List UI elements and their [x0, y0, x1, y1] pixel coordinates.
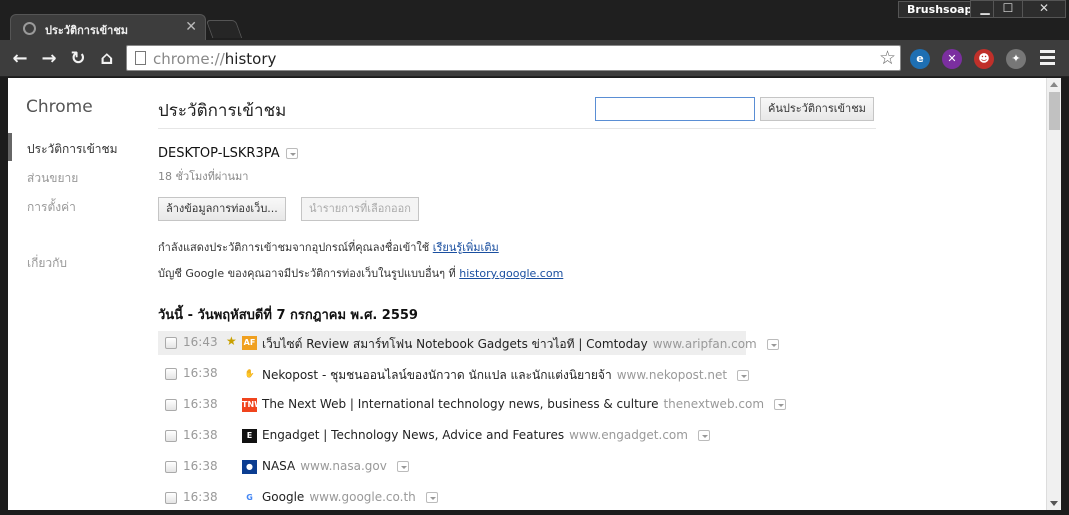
entry-checkbox[interactable]: [165, 337, 177, 349]
device-header: DESKTOP-LSKR3PA: [158, 146, 298, 161]
active-indicator: [8, 133, 12, 161]
chevron-down-icon[interactable]: [425, 492, 438, 503]
entry-domain: www.aripfan.com: [652, 337, 757, 351]
tab-history[interactable]: ประวัติการเข้าชม ✕: [10, 14, 206, 42]
chevron-down-icon[interactable]: [697, 430, 710, 441]
divider: [158, 128, 876, 129]
entry-link[interactable]: Engadget | Technology News, Advice and F…: [262, 428, 710, 442]
entry-title[interactable]: NASA: [262, 459, 295, 473]
profile-button[interactable]: Brushsoap: [898, 1, 982, 18]
browser-toolbar: ← → ↻ ⌂ chrome://history ☆ e ✕ ☻ ✦: [0, 40, 1069, 77]
back-arrow-icon[interactable]: ←: [9, 48, 31, 70]
entry-checkbox[interactable]: [165, 399, 177, 411]
info-line-google: บัญชี Google ของคุณอาจมีประวัติการท่องเว…: [158, 267, 564, 280]
history-page: Chrome ประวัติการเข้าชม ส่วนขยาย การตั้ง…: [8, 78, 1061, 510]
site-favicon-icon: ●: [242, 460, 257, 474]
info-line-devices: กำลังแสดงประวัติการเข้าชมจากอุปกรณ์ที่คุ…: [158, 241, 499, 254]
sidebar-item-about[interactable]: เกี่ยวกับ: [27, 254, 67, 273]
entry-domain: www.google.co.th: [309, 490, 416, 504]
search-history-button[interactable]: ค้นประวัติการเข้าชม: [760, 97, 874, 121]
sidebar-item-settings[interactable]: การตั้งค่า: [27, 198, 76, 217]
entry-time: 16:38: [183, 397, 218, 411]
entry-domain: www.engadget.com: [569, 428, 688, 442]
puzzle-extension-icon[interactable]: ✦: [1006, 49, 1026, 69]
entry-link[interactable]: The Next Web | International technology …: [262, 397, 787, 411]
entry-title[interactable]: The Next Web | International technology …: [262, 397, 658, 411]
page-icon: [135, 51, 146, 65]
search-input[interactable]: [595, 97, 755, 121]
sidebar-brand: Chrome: [26, 97, 93, 117]
remove-selected-button: นำรายการที่เลือกออก: [301, 197, 419, 221]
title-bar: ประวัติการเข้าชม ✕ Brushsoap ▁ ☐ ✕: [0, 0, 1069, 42]
entry-time: 16:38: [183, 366, 218, 380]
entry-link[interactable]: NASA www.nasa.gov: [262, 459, 409, 473]
sidebar-item-extensions[interactable]: ส่วนขยาย: [27, 169, 78, 188]
sidebar: Chrome ประวัติการเข้าชม ส่วนขยาย การตั้ง…: [8, 78, 148, 510]
site-favicon-icon: G: [242, 491, 257, 505]
chevron-down-icon[interactable]: [396, 461, 409, 472]
bookmark-star-icon[interactable]: ☆: [879, 47, 896, 69]
site-favicon-icon: AF: [242, 336, 257, 350]
entry-time: 16:38: [183, 428, 218, 442]
address-bar[interactable]: chrome://history ☆: [126, 45, 901, 71]
site-favicon-icon: E: [242, 429, 257, 443]
chrome-menu-icon[interactable]: [1040, 50, 1055, 68]
entry-title[interactable]: Google: [262, 490, 304, 504]
entry-checkbox[interactable]: [165, 492, 177, 504]
tab-close-icon[interactable]: ✕: [185, 19, 197, 35]
chevron-down-icon[interactable]: [737, 370, 750, 381]
history-google-link[interactable]: history.google.com: [459, 267, 563, 280]
chevron-down-icon[interactable]: [774, 399, 787, 410]
page-title: ประวัติการเข้าชม: [158, 101, 287, 121]
entry-domain: thenextweb.com: [663, 397, 765, 411]
history-entry[interactable]: 16:43 ★ AF เว็บไซต์ Review สมาร์ทโฟน Notebo…: [158, 331, 779, 355]
entry-title[interactable]: Nekopost - ชุมชนออนไลน์ของนักวาด นักแปล …: [262, 368, 612, 382]
clear-browsing-data-button[interactable]: ล้างข้อมูลการท่องเว็บ...: [158, 197, 286, 221]
chevron-down-icon[interactable]: [766, 339, 779, 350]
entry-checkbox[interactable]: [165, 461, 177, 473]
vertical-scrollbar[interactable]: [1046, 78, 1061, 510]
bookmarked-star-icon[interactable]: ★: [226, 334, 237, 348]
day-header: วันนี้ - วันพฤหัสบดีที่ 7 กรกฎาคม พ.ศ. 2…: [158, 308, 418, 323]
tab-title: ประวัติการเข้าชม: [45, 24, 129, 37]
entry-checkbox[interactable]: [165, 368, 177, 380]
reload-icon[interactable]: ↻: [67, 48, 89, 70]
entry-link[interactable]: Google www.google.co.th: [262, 490, 438, 504]
scroll-down-arrow-icon[interactable]: [1050, 501, 1058, 506]
entry-domain: www.nasa.gov: [300, 459, 387, 473]
main-panel: ประวัติการเข้าชม ค้นประวัติการเข้าชม DES…: [158, 78, 1038, 510]
entry-checkbox[interactable]: [165, 430, 177, 442]
entry-time: 16:38: [183, 490, 218, 504]
red-extension-icon[interactable]: ☻: [974, 49, 994, 69]
e-extension-icon[interactable]: e: [910, 49, 930, 69]
device-last-sync: 18 ชั่วโมงที่ผ่านมา: [158, 170, 249, 183]
device-name: DESKTOP-LSKR3PA: [158, 146, 280, 161]
learn-more-link[interactable]: เรียนรู้เพิ่มเติม: [433, 241, 499, 254]
entry-time: 16:43: [183, 335, 218, 349]
url-text: chrome://history: [153, 50, 277, 68]
entry-domain: www.nekopost.net: [616, 368, 728, 382]
home-icon[interactable]: ⌂: [96, 48, 118, 70]
entry-title[interactable]: เว็บไซต์ Review สมาร์ทโฟน Notebook Gadge…: [262, 337, 648, 351]
scroll-thumb[interactable]: [1049, 92, 1060, 130]
x-extension-icon[interactable]: ✕: [942, 49, 962, 69]
new-tab-button[interactable]: [205, 20, 243, 38]
sidebar-item-history[interactable]: ประวัติการเข้าชม: [27, 140, 118, 159]
entry-link[interactable]: Nekopost - ชุมชนออนไลน์ของนักวาด นักแปล …: [262, 366, 750, 385]
forward-arrow-icon[interactable]: →: [38, 48, 60, 70]
history-clock-icon: [23, 22, 36, 35]
chevron-down-icon[interactable]: [285, 148, 298, 159]
entry-time: 16:38: [183, 459, 218, 473]
entry-link[interactable]: เว็บไซต์ Review สมาร์ทโฟน Notebook Gadge…: [262, 335, 779, 354]
site-favicon-icon: ✋: [242, 367, 257, 381]
maximize-button[interactable]: ☐: [993, 0, 1023, 18]
entry-title[interactable]: Engadget | Technology News, Advice and F…: [262, 428, 564, 442]
close-window-button[interactable]: ✕: [1022, 0, 1066, 18]
site-favicon-icon: TNW: [242, 398, 263, 412]
scroll-up-arrow-icon[interactable]: [1050, 82, 1058, 87]
